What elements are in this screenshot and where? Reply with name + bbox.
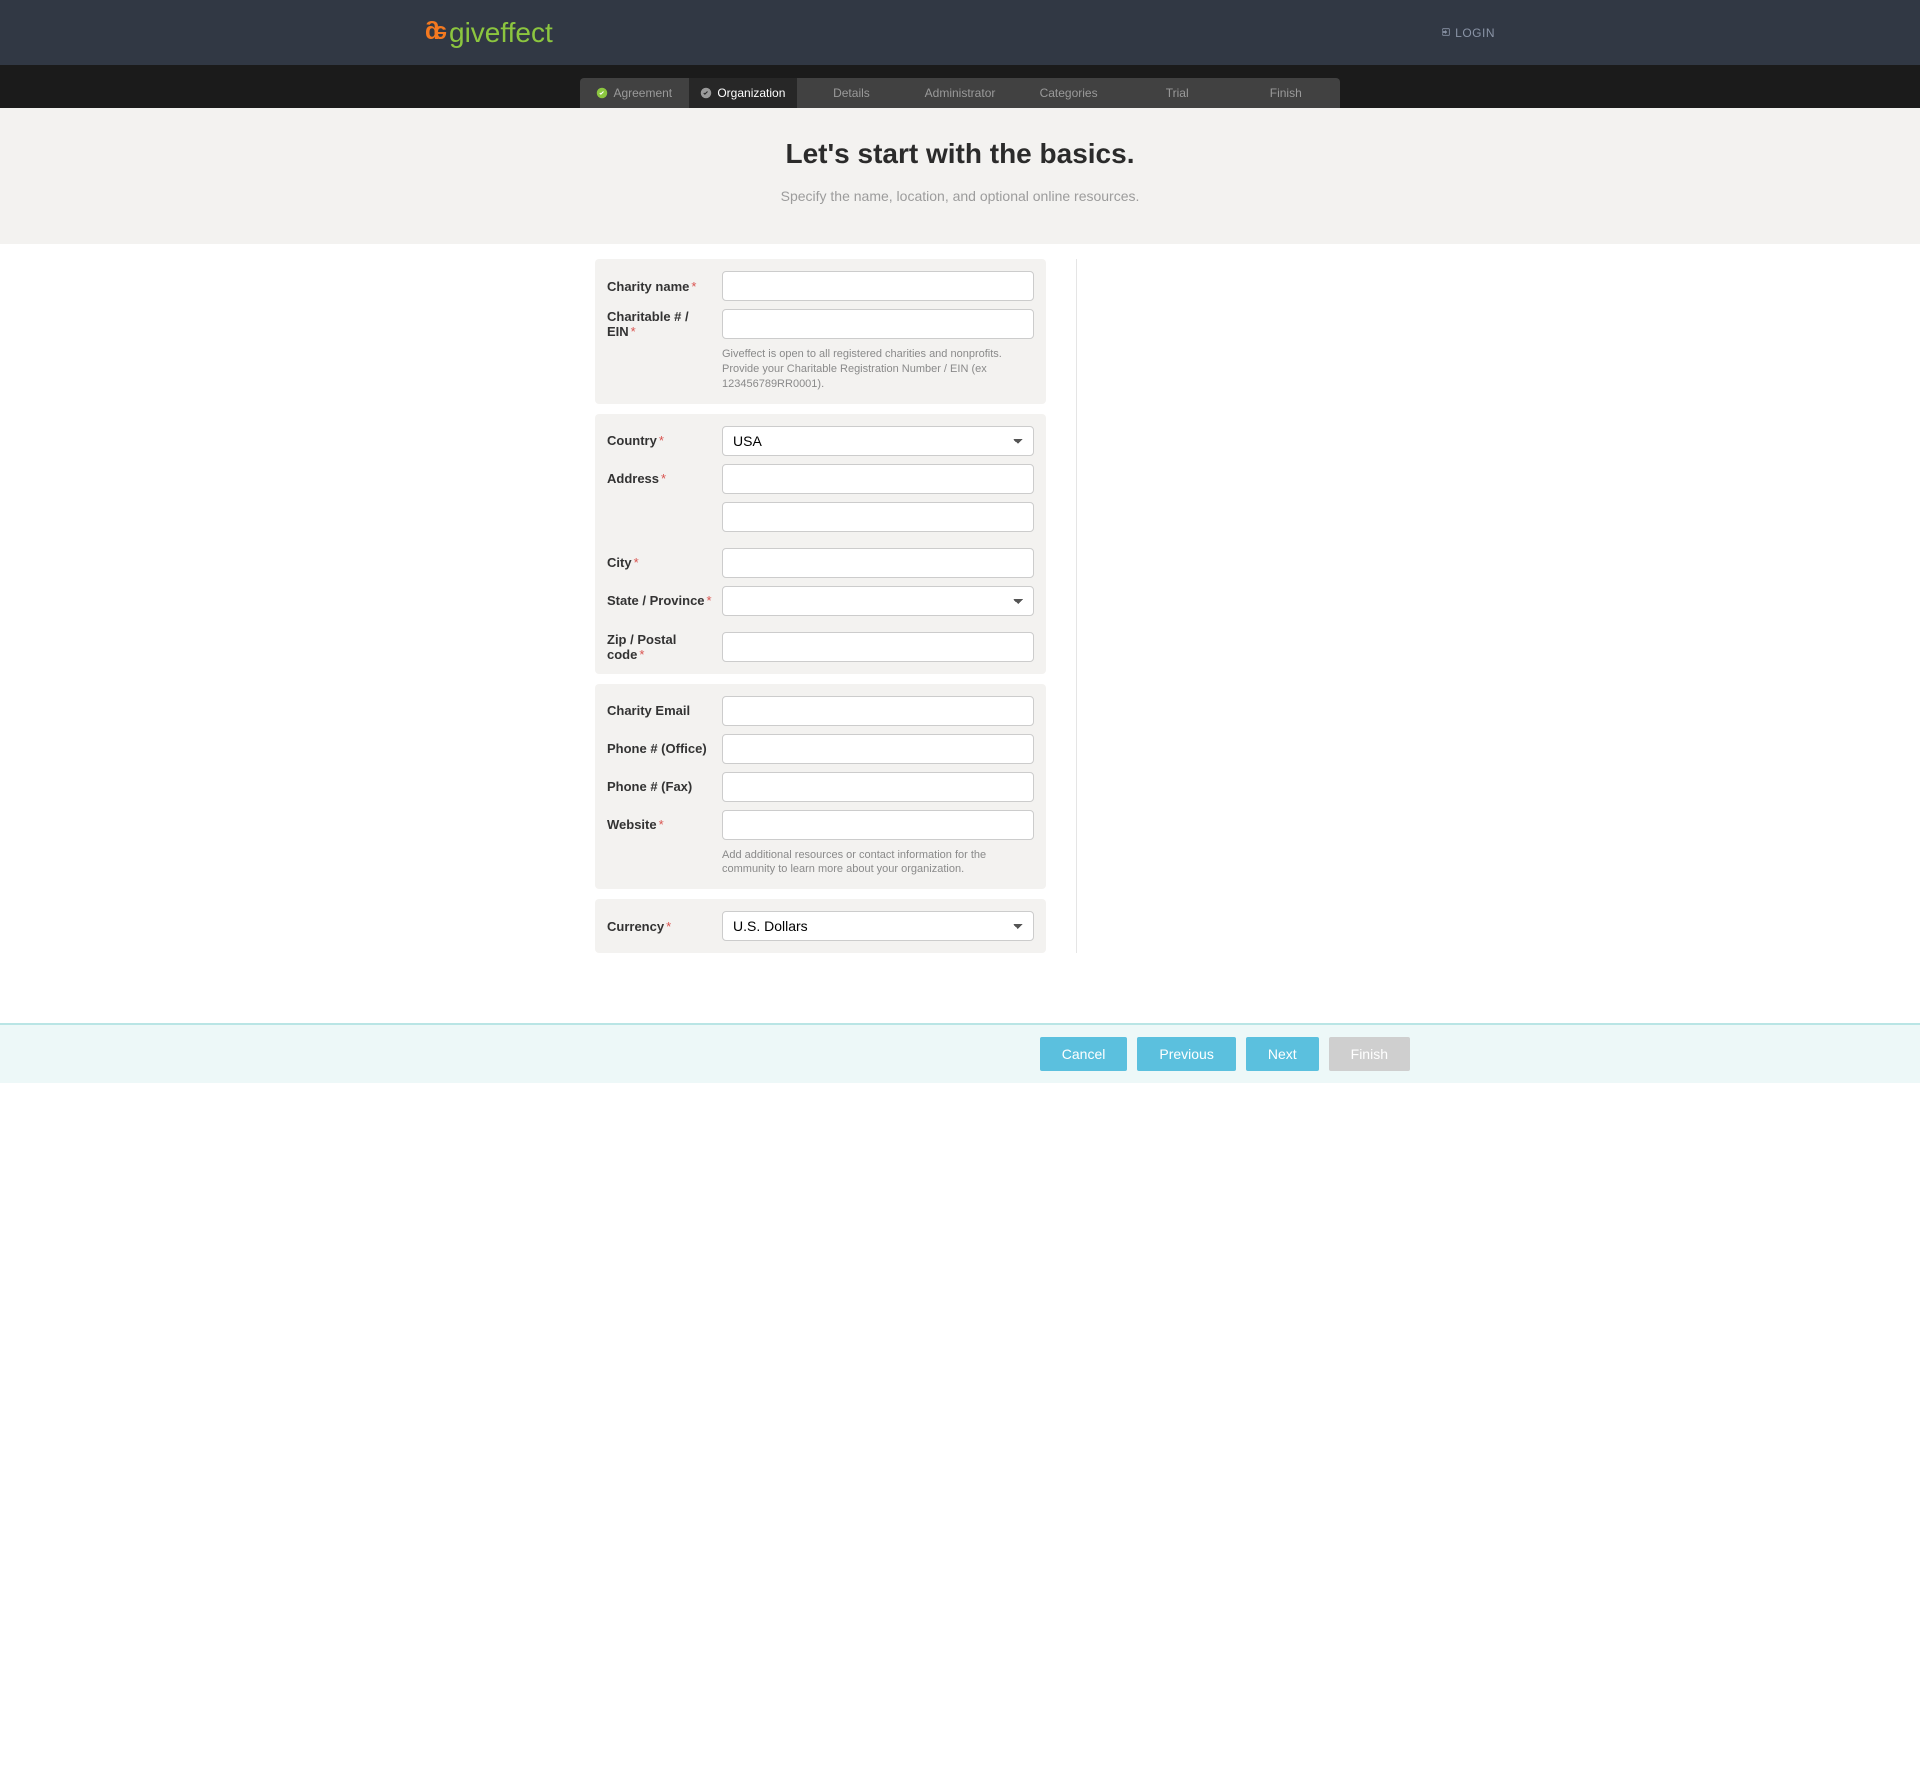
ein-help-text: Giveffect is open to all registered char… [722,347,1034,392]
footer-bar: Cancel Previous Next Finish [0,1023,1920,1083]
charity-email-label: Charity Email [607,703,722,718]
wizard-step-label: Finish [1270,86,1302,100]
wizard-step-label: Agreement [613,86,672,100]
page-title: Let's start with the basics. [0,138,1920,170]
panel-contact: Charity Email Phone # (Office) Phone # (… [595,684,1046,890]
finish-button: Finish [1329,1037,1410,1071]
panel-currency: Currency* U.S. Dollars [595,899,1046,953]
address-label: Address* [607,471,722,486]
address2-input[interactable] [722,502,1034,532]
panel-charity-basic: Charity name* Charitable # / EIN* Giveff… [595,259,1046,404]
next-button[interactable]: Next [1246,1037,1319,1071]
hero: Let's start with the basics. Specify the… [0,108,1920,244]
city-label: City* [607,555,722,570]
brand-name: giveffect [449,17,553,49]
phone-office-input[interactable] [722,734,1034,764]
login-link[interactable]: LOGIN [1441,26,1495,40]
wizard-step-finish[interactable]: Finish [1231,78,1340,108]
ein-label: Charitable # / EIN* [607,309,722,339]
country-select[interactable]: USA [722,426,1034,456]
login-label: LOGIN [1455,26,1495,40]
top-navbar: giveffect LOGIN [0,0,1920,65]
city-input[interactable] [722,548,1034,578]
check-circle-icon [700,87,712,99]
previous-button[interactable]: Previous [1137,1037,1235,1071]
wizard-step-agreement[interactable]: Agreement [580,78,689,108]
wizard-step-label: Details [833,86,870,100]
phone-fax-input[interactable] [722,772,1034,802]
currency-label: Currency* [607,919,722,934]
brand-logo-icon [425,19,441,47]
panel-address: Country* USA Address* City* [595,414,1046,674]
page-subtitle: Specify the name, location, and optional… [0,188,1920,204]
phone-fax-label: Phone # (Fax) [607,779,722,794]
currency-select[interactable]: U.S. Dollars [722,911,1034,941]
zip-label: Zip / Postal code* [607,632,722,662]
wizard-step-label: Categories [1040,86,1098,100]
ein-input[interactable] [722,309,1034,339]
charity-name-label: Charity name* [607,279,722,294]
brand-logo[interactable]: giveffect [425,17,553,49]
cancel-button[interactable]: Cancel [1040,1037,1128,1071]
wizard-step-trial[interactable]: Trial [1123,78,1232,108]
country-label: Country* [607,433,722,448]
address1-input[interactable] [722,464,1034,494]
wizard-step-categories[interactable]: Categories [1014,78,1123,108]
wizard-step-details[interactable]: Details [797,78,906,108]
charity-email-input[interactable] [722,696,1034,726]
wizard-bar: Agreement Organization Details Administr… [0,65,1920,108]
phone-office-label: Phone # (Office) [607,741,722,756]
website-label: Website* [607,817,722,832]
wizard-steps: Agreement Organization Details Administr… [580,78,1340,108]
wizard-step-label: Administrator [925,86,996,100]
website-help-text: Add additional resources or contact info… [722,848,1034,878]
wizard-step-label: Trial [1166,86,1189,100]
state-select[interactable] [722,586,1034,616]
wizard-step-label: Organization [717,86,785,100]
charity-name-input[interactable] [722,271,1034,301]
form-container: Charity name* Charitable # / EIN* Giveff… [580,244,1340,1023]
check-circle-icon [596,87,608,99]
wizard-step-organization[interactable]: Organization [689,78,798,108]
login-icon [1441,26,1451,40]
website-input[interactable] [722,810,1034,840]
wizard-step-administrator[interactable]: Administrator [906,78,1015,108]
state-label: State / Province* [607,593,722,608]
zip-input[interactable] [722,632,1034,662]
